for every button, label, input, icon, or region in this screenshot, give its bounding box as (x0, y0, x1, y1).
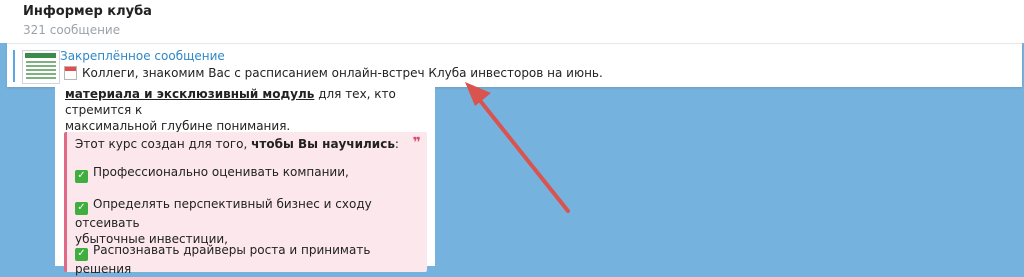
annotation-arrow (465, 82, 570, 213)
